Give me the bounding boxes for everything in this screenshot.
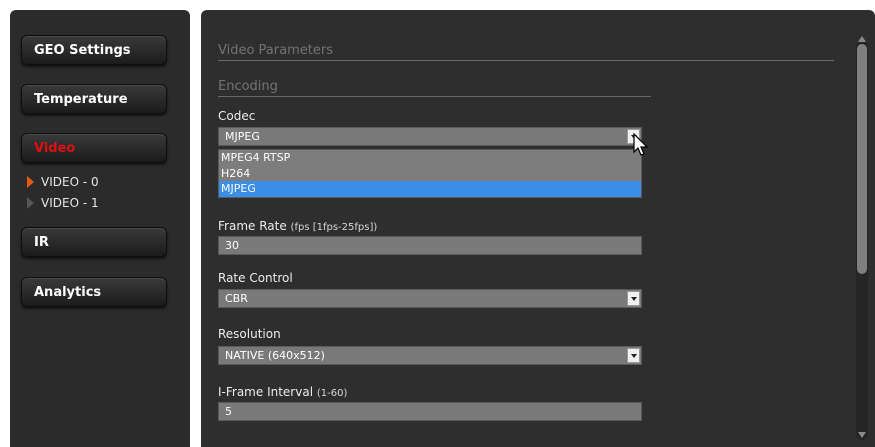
play-arrow-icon — [27, 196, 34, 209]
codec-option-mjpeg[interactable]: MJPEG — [219, 181, 641, 197]
chevron-down-icon[interactable] — [627, 291, 640, 306]
codec-option-mpeg4-rtsp[interactable]: MPEG4 RTSP — [219, 150, 641, 166]
ir-button[interactable]: IR — [21, 227, 167, 257]
mouse-pointer-icon — [633, 133, 649, 156]
scroll-up-icon[interactable] — [858, 36, 866, 42]
iframe-interval-hint: (1-60) — [316, 388, 348, 399]
frame-rate-label-text: Frame Rate — [218, 219, 287, 233]
frame-rate-label: Frame Rate (fps [1fps-25fps]) — [218, 219, 377, 233]
codec-option-h264[interactable]: H264 — [219, 166, 641, 182]
play-arrow-icon — [27, 175, 34, 188]
iframe-interval-input[interactable]: 5 — [218, 402, 642, 421]
scroll-down-icon[interactable] — [858, 432, 866, 438]
top-strip — [0, 0, 875, 10]
codec-label: Codec — [218, 109, 256, 123]
analytics-button[interactable]: Analytics — [21, 277, 167, 307]
codec-value: MJPEG — [225, 130, 260, 143]
temperature-button[interactable]: Temperature — [21, 84, 167, 114]
resolution-label: Resolution — [218, 327, 281, 341]
sidebar-item-video-0[interactable]: VIDEO - 0 — [27, 174, 99, 190]
chevron-down-icon[interactable] — [627, 348, 640, 363]
sidebar-item-video-1[interactable]: VIDEO - 1 — [27, 195, 99, 211]
frame-rate-hint: (fps [1fps-25fps]) — [290, 222, 378, 233]
section-divider — [218, 60, 834, 61]
iframe-interval-label: I-Frame Interval (1-60) — [218, 385, 347, 399]
iframe-interval-value: 5 — [225, 405, 232, 418]
frame-rate-input[interactable]: 30 — [218, 236, 642, 255]
subsection-title: Encoding — [218, 79, 278, 94]
resolution-value: NATIVE (640x512) — [225, 349, 325, 362]
geo-settings-button[interactable]: GEO Settings — [21, 35, 167, 65]
codec-select[interactable]: MJPEG — [218, 127, 642, 146]
sidebar-item-label: VIDEO - 1 — [41, 196, 99, 210]
resolution-select[interactable]: NATIVE (640x512) — [218, 346, 642, 365]
rate-control-label: Rate Control — [218, 271, 293, 285]
scrollbar-thumb[interactable] — [857, 44, 867, 274]
rate-control-select[interactable]: CBR — [218, 289, 642, 308]
frame-rate-value: 30 — [225, 239, 239, 252]
iframe-interval-label-text: I-Frame Interval — [218, 385, 314, 399]
sidebar-item-label: VIDEO - 0 — [41, 175, 99, 189]
section-title: Video Parameters — [218, 43, 333, 58]
subsection-divider — [218, 96, 651, 97]
codec-dropdown-list: MPEG4 RTSP H264 MJPEG — [218, 149, 642, 198]
rate-control-value: CBR — [225, 292, 248, 305]
video-button[interactable]: Video — [21, 133, 167, 163]
